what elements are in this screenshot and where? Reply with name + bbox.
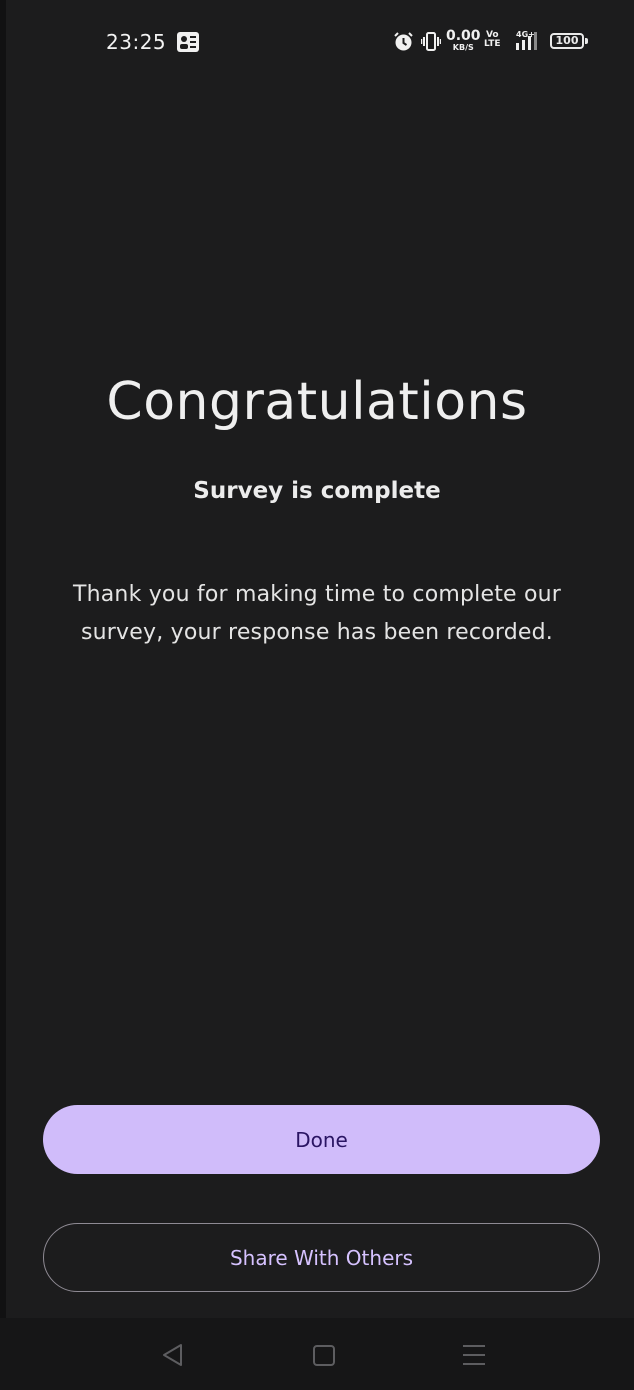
battery-level: 100: [555, 34, 579, 47]
survey-complete-screen: 23:25 0.00 KB/S Vo LTE 4G+ 100 Congratul…: [0, 0, 634, 1390]
navigation-bar: [0, 1318, 634, 1390]
battery-tip: [585, 38, 588, 44]
net-speed-unit: KB/S: [452, 43, 474, 52]
signal-icon: 4G+: [516, 30, 537, 50]
notification-app-icon: [177, 32, 199, 52]
status-time: 23:25: [106, 30, 167, 54]
done-button[interactable]: Done: [43, 1105, 600, 1174]
status-bar: 23:25 0.00 KB/S Vo LTE 4G+ 100: [0, 0, 634, 84]
completion-message: Thank you for making time to complete ou…: [72, 582, 562, 645]
screen-edge: [0, 0, 6, 1390]
back-icon[interactable]: [160, 1342, 186, 1368]
page-title: Congratulations: [106, 372, 528, 432]
volte-indicator: Vo LTE: [484, 31, 501, 49]
page-subtitle: Survey is complete: [193, 478, 441, 504]
share-button[interactable]: Share With Others: [43, 1223, 600, 1292]
home-icon[interactable]: [311, 1342, 337, 1368]
menu-icon[interactable]: [461, 1342, 487, 1368]
alarm-icon: [394, 32, 413, 51]
signal-label: 4G+: [516, 30, 535, 39]
net-speed: 0.00 KB/S: [446, 29, 481, 52]
share-button-label: Share With Others: [229, 1245, 414, 1270]
vibrate-icon: [421, 32, 441, 51]
done-button-label: Done: [295, 1127, 348, 1152]
battery-indicator: 100: [550, 33, 584, 49]
volte-bottom: LTE: [484, 39, 501, 49]
net-speed-value: 0.00: [446, 28, 481, 44]
